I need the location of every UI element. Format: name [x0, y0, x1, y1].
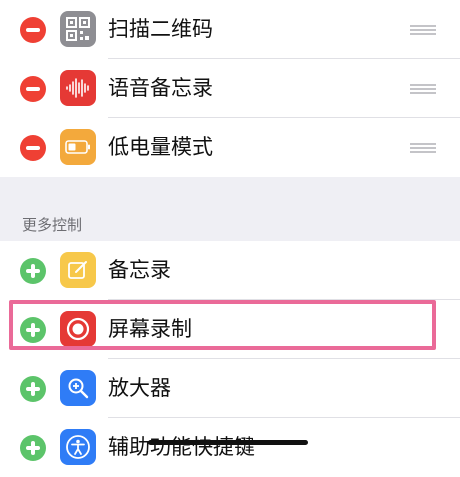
home-indicator[interactable]	[148, 440, 308, 445]
control-row-notes: 备忘录	[0, 241, 460, 300]
reorder-handle-icon[interactable]	[410, 143, 436, 153]
control-label: 辅助功能快捷键	[108, 436, 255, 459]
battery-icon	[60, 129, 96, 165]
reorder-handle-icon[interactable]	[410, 25, 436, 35]
control-label: 低电量模式	[108, 136, 213, 159]
control-row-accessibility-shortcut: 辅助功能快捷键	[0, 418, 460, 477]
reorder-handle-icon[interactable]	[410, 84, 436, 94]
qr-code-icon	[60, 11, 96, 47]
highlight-box	[9, 300, 436, 350]
control-label: 放大器	[108, 377, 171, 400]
control-row-scan-qr: 扫描二维码	[0, 0, 460, 59]
add-button[interactable]	[20, 435, 46, 461]
control-row-magnifier: 放大器	[0, 359, 460, 418]
add-button[interactable]	[20, 376, 46, 402]
add-button[interactable]	[20, 258, 46, 284]
notes-icon	[60, 252, 96, 288]
control-row-voice-memos: 语音备忘录	[0, 59, 460, 118]
section-header-more-controls: 更多控制	[22, 217, 83, 234]
remove-button[interactable]	[20, 76, 46, 102]
remove-button[interactable]	[20, 17, 46, 43]
control-label: 备忘录	[108, 259, 171, 282]
remove-button[interactable]	[20, 135, 46, 161]
magnifier-icon	[60, 370, 96, 406]
accessibility-icon	[60, 429, 96, 465]
control-label: 扫描二维码	[108, 18, 213, 41]
voice-memo-waveform-icon	[60, 70, 96, 106]
control-label: 语音备忘录	[108, 77, 213, 100]
control-row-low-power: 低电量模式	[0, 118, 460, 177]
